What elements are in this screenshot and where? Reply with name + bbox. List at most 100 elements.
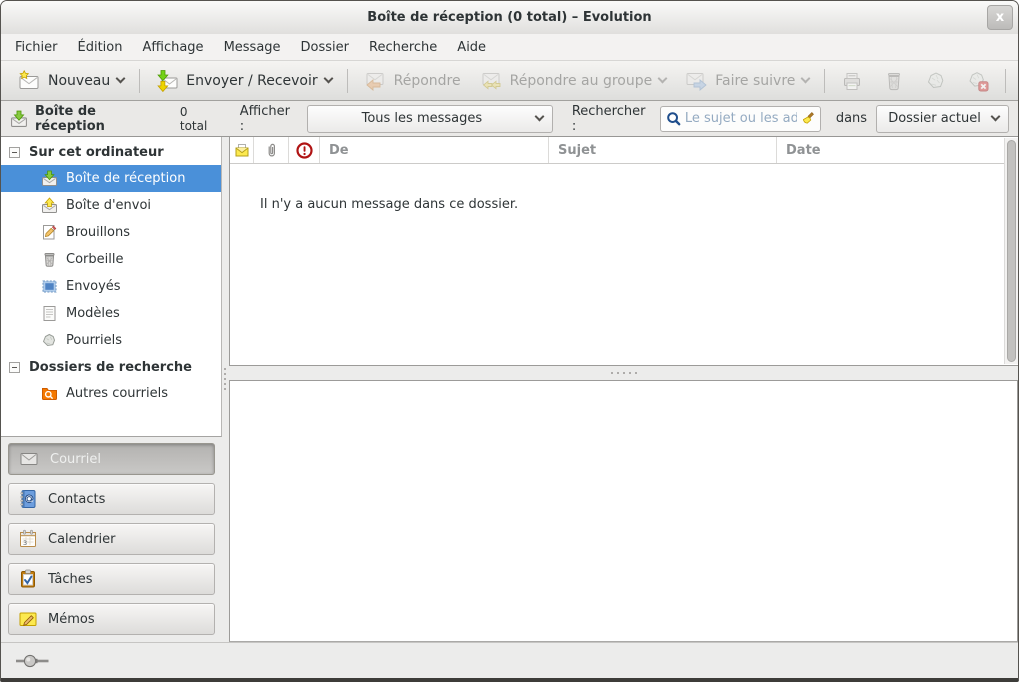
- message-list: De Sujet Date Il n'y a aucun message dan…: [229, 137, 1018, 366]
- not-junk-icon: [966, 69, 990, 93]
- switcher-tasks-button[interactable]: Tâches: [8, 563, 215, 595]
- menu-recherche[interactable]: Recherche: [359, 34, 447, 60]
- delete-button[interactable]: [873, 64, 915, 98]
- window-title: Boîte de réception (0 total) – Evolution: [1, 1, 1018, 34]
- column-attachment[interactable]: [254, 137, 289, 163]
- sidebar-item-drafts[interactable]: Brouillons: [1, 219, 221, 246]
- search-icon: [666, 111, 682, 127]
- search-folder-icon: [41, 385, 58, 402]
- junk-icon: [924, 69, 948, 93]
- forward-icon: [684, 69, 708, 93]
- sidebar-splitter[interactable]: [222, 137, 229, 642]
- message-list-body: Il n'y a aucun message dans ce dossier.: [230, 164, 1018, 365]
- not-junk-button[interactable]: [957, 64, 999, 98]
- reply-button[interactable]: Répondre: [354, 64, 470, 98]
- toolbar: Nouveau Envoyer / Recevoir Répondre: [1, 60, 1018, 101]
- junk-button[interactable]: [915, 64, 957, 98]
- search-input[interactable]: [685, 111, 797, 126]
- sidebar-item-templates[interactable]: Modèles: [1, 300, 221, 327]
- send-receive-icon: [155, 69, 179, 93]
- toolbar-separator: [1005, 69, 1006, 93]
- trash-icon: [882, 69, 906, 93]
- main-area: Sur cet ordinateur Boîte de réception: [1, 137, 1018, 642]
- content-panes: De Sujet Date Il n'y a aucun message dan…: [229, 137, 1018, 642]
- sidebar-item-outbox[interactable]: Boîte d'envoi: [1, 192, 221, 219]
- menu-aide[interactable]: Aide: [447, 34, 496, 60]
- sidebar-item-inbox[interactable]: Boîte de réception: [1, 165, 221, 192]
- column-from[interactable]: De: [320, 137, 549, 163]
- close-button[interactable]: x: [987, 5, 1013, 30]
- sidebar-item-junk[interactable]: Pourriels: [1, 327, 221, 354]
- forward-button[interactable]: Faire suivre: [675, 64, 818, 98]
- preview-splitter[interactable]: [229, 366, 1018, 380]
- switcher-memos-button[interactable]: Mémos: [8, 603, 215, 635]
- switcher-contacts-button[interactable]: Contacts: [8, 483, 215, 515]
- filterbar: Boîte de réception 0 total Afficher : To…: [1, 101, 1018, 137]
- preview-pane: [229, 380, 1018, 642]
- scope-label: dans: [836, 111, 867, 126]
- sent-stamp-icon: [41, 278, 58, 295]
- message-list-header: De Sujet Date: [230, 137, 1018, 164]
- toolbar-separator: [139, 69, 140, 93]
- menu-dossier[interactable]: Dossier: [291, 34, 359, 60]
- search-box[interactable]: [660, 106, 821, 132]
- svg-text:3: 3: [23, 539, 27, 547]
- sidebar-item-trash[interactable]: Corbeille: [1, 246, 221, 273]
- tasks-icon: [18, 569, 38, 589]
- junk-icon: [41, 332, 58, 349]
- search-scope-dropdown[interactable]: Dossier actuel: [876, 105, 1009, 133]
- chevron-down-icon: [658, 73, 668, 83]
- chevron-down-icon: [991, 111, 1001, 121]
- memos-icon: [18, 609, 38, 629]
- print-icon: [840, 69, 864, 93]
- message-filter-dropdown[interactable]: Tous les messages: [307, 105, 553, 133]
- switcher-calendar-button[interactable]: 3 Calendrier: [8, 523, 215, 555]
- view-switcher: Courriel Contacts: [1, 437, 222, 642]
- tree-group-on-this-computer[interactable]: Sur cet ordinateur: [1, 139, 221, 165]
- collapse-expander-icon[interactable]: [9, 362, 20, 373]
- inbox-icon: [41, 170, 58, 187]
- outbox-icon: [41, 197, 58, 214]
- chevron-down-icon: [534, 111, 544, 121]
- titlebar: Boîte de réception (0 total) – Evolution…: [1, 1, 1018, 34]
- close-icon: x: [996, 10, 1004, 25]
- switcher-mail-button[interactable]: Courriel: [8, 443, 215, 475]
- splitter-handle-icon: [224, 365, 227, 393]
- empty-folder-message: Il n'y a aucun message dans ce dossier.: [260, 197, 518, 212]
- message-list-scrollbar[interactable]: [1004, 138, 1018, 364]
- menu-message[interactable]: Message: [214, 34, 291, 60]
- reply-group-button[interactable]: Répondre au groupe: [470, 64, 676, 98]
- column-read-status[interactable]: [230, 137, 254, 163]
- search-label: Rechercher :: [572, 104, 652, 134]
- clear-search-icon[interactable]: [800, 111, 815, 126]
- evolution-window: Boîte de réception (0 total) – Evolution…: [0, 0, 1019, 682]
- paperclip-icon: [263, 142, 279, 158]
- new-button[interactable]: Nouveau: [8, 64, 133, 98]
- print-button[interactable]: [831, 64, 873, 98]
- toolbar-separator: [347, 69, 348, 93]
- folder-tree: Sur cet ordinateur Boîte de réception: [1, 137, 222, 437]
- priority-icon: [296, 142, 313, 159]
- sidebar: Sur cet ordinateur Boîte de réception: [1, 137, 222, 642]
- chevron-down-icon: [801, 73, 811, 83]
- menu-affichage[interactable]: Affichage: [132, 34, 213, 60]
- collapse-expander-icon[interactable]: [9, 147, 20, 158]
- contacts-icon: [18, 489, 38, 509]
- sidebar-item-sent[interactable]: Envoyés: [1, 273, 221, 300]
- mail-read-icon: [234, 142, 250, 158]
- menu-edition[interactable]: Édition: [68, 34, 133, 60]
- tree-group-search-folders[interactable]: Dossiers de recherche: [1, 354, 221, 380]
- trash-icon: [41, 251, 58, 268]
- column-priority[interactable]: [289, 137, 320, 163]
- online-status-icon[interactable]: [16, 653, 50, 669]
- scrollbar-thumb[interactable]: [1007, 140, 1016, 362]
- new-mail-icon: [17, 69, 41, 93]
- toolbar-overflow-button[interactable]: [1012, 73, 1019, 88]
- calendar-icon: 3: [18, 529, 38, 549]
- chevron-down-icon: [116, 73, 126, 83]
- sidebar-item-other-mail[interactable]: Autres courriels: [1, 380, 221, 407]
- column-subject[interactable]: Sujet: [549, 137, 777, 163]
- menu-fichier[interactable]: Fichier: [5, 34, 68, 60]
- send-receive-button[interactable]: Envoyer / Recevoir: [146, 64, 340, 98]
- column-date[interactable]: Date: [777, 137, 1004, 163]
